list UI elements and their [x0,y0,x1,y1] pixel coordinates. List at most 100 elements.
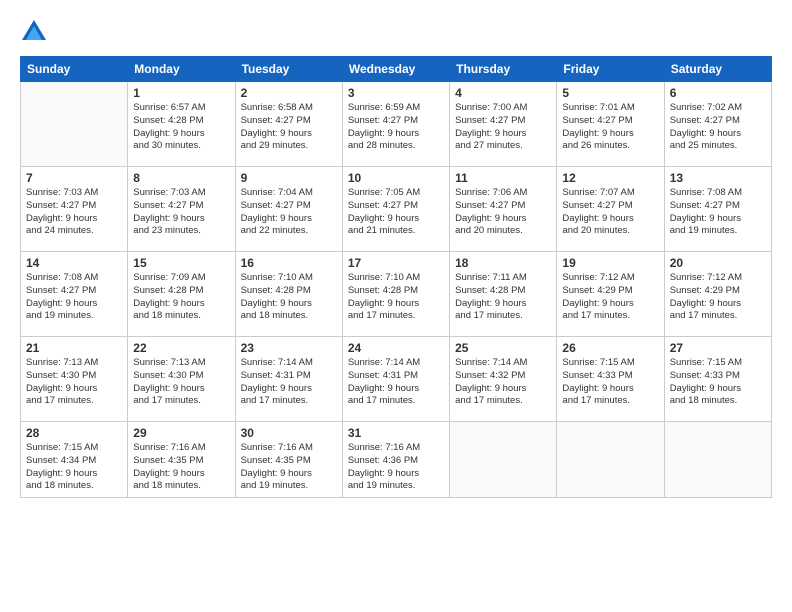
day-info: Sunrise: 7:12 AMSunset: 4:29 PMDaylight:… [670,272,766,323]
day-info: Sunrise: 7:09 AMSunset: 4:28 PMDaylight:… [133,272,229,323]
calendar-cell [664,422,771,498]
calendar-cell: 4 Sunrise: 7:00 AMSunset: 4:27 PMDaylight… [450,82,557,167]
calendar-cell: 10 Sunrise: 7:05 AMSunset: 4:27 PMDayligh… [342,167,449,252]
calendar-cell: 6 Sunrise: 7:02 AMSunset: 4:27 PMDaylight… [664,82,771,167]
day-info: Sunrise: 7:15 AMSunset: 4:34 PMDaylight:… [26,442,122,493]
day-number: 19 [562,256,658,270]
calendar-week-row: 14 Sunrise: 7:08 AMSunset: 4:27 PMDayligh… [21,252,772,337]
calendar-cell: 11 Sunrise: 7:06 AMSunset: 4:27 PMDayligh… [450,167,557,252]
day-number: 3 [348,86,444,100]
day-number: 17 [348,256,444,270]
calendar: SundayMondayTuesdayWednesdayThursdayFrid… [20,56,772,498]
day-info: Sunrise: 7:05 AMSunset: 4:27 PMDaylight:… [348,187,444,238]
day-number: 4 [455,86,551,100]
day-info: Sunrise: 7:01 AMSunset: 4:27 PMDaylight:… [562,102,658,153]
day-info: Sunrise: 7:02 AMSunset: 4:27 PMDaylight:… [670,102,766,153]
day-info: Sunrise: 7:15 AMSunset: 4:33 PMDaylight:… [670,357,766,408]
day-number: 7 [26,171,122,185]
weekday-header-tuesday: Tuesday [235,57,342,82]
day-number: 15 [133,256,229,270]
calendar-header-row: SundayMondayTuesdayWednesdayThursdayFrid… [21,57,772,82]
day-number: 20 [670,256,766,270]
day-info: Sunrise: 7:14 AMSunset: 4:32 PMDaylight:… [455,357,551,408]
day-number: 27 [670,341,766,355]
calendar-week-row: 7 Sunrise: 7:03 AMSunset: 4:27 PMDaylight… [21,167,772,252]
day-number: 25 [455,341,551,355]
calendar-cell: 7 Sunrise: 7:03 AMSunset: 4:27 PMDaylight… [21,167,128,252]
calendar-cell: 1 Sunrise: 6:57 AMSunset: 4:28 PMDaylight… [128,82,235,167]
day-info: Sunrise: 7:13 AMSunset: 4:30 PMDaylight:… [133,357,229,408]
day-info: Sunrise: 6:59 AMSunset: 4:27 PMDaylight:… [348,102,444,153]
day-info: Sunrise: 7:00 AMSunset: 4:27 PMDaylight:… [455,102,551,153]
day-number: 6 [670,86,766,100]
day-info: Sunrise: 7:04 AMSunset: 4:27 PMDaylight:… [241,187,337,238]
day-info: Sunrise: 7:16 AMSunset: 4:36 PMDaylight:… [348,442,444,493]
day-info: Sunrise: 7:14 AMSunset: 4:31 PMDaylight:… [348,357,444,408]
day-number: 5 [562,86,658,100]
day-number: 14 [26,256,122,270]
weekday-header-monday: Monday [128,57,235,82]
calendar-week-row: 1 Sunrise: 6:57 AMSunset: 4:28 PMDaylight… [21,82,772,167]
page: SundayMondayTuesdayWednesdayThursdayFrid… [0,0,792,612]
calendar-cell [21,82,128,167]
day-number: 24 [348,341,444,355]
calendar-cell: 24 Sunrise: 7:14 AMSunset: 4:31 PMDayligh… [342,337,449,422]
calendar-cell: 12 Sunrise: 7:07 AMSunset: 4:27 PMDayligh… [557,167,664,252]
calendar-cell: 15 Sunrise: 7:09 AMSunset: 4:28 PMDayligh… [128,252,235,337]
day-number: 13 [670,171,766,185]
day-info: Sunrise: 6:57 AMSunset: 4:28 PMDaylight:… [133,102,229,153]
day-info: Sunrise: 7:03 AMSunset: 4:27 PMDaylight:… [133,187,229,238]
calendar-cell: 16Sunrise: 7:10 AMSunset: 4:28 PMDayligh… [235,252,342,337]
day-number: 12 [562,171,658,185]
calendar-cell: 25 Sunrise: 7:14 AMSunset: 4:32 PMDayligh… [450,337,557,422]
calendar-cell: 14 Sunrise: 7:08 AMSunset: 4:27 PMDayligh… [21,252,128,337]
day-number: 18 [455,256,551,270]
weekday-header-friday: Friday [557,57,664,82]
day-number: 23 [241,341,337,355]
calendar-cell: 13Sunrise: 7:08 AMSunset: 4:27 PMDayligh… [664,167,771,252]
day-number: 22 [133,341,229,355]
day-info: Sunrise: 7:15 AMSunset: 4:33 PMDaylight:… [562,357,658,408]
calendar-cell: 31Sunrise: 7:16 AMSunset: 4:36 PMDayligh… [342,422,449,498]
day-info: Sunrise: 7:08 AMSunset: 4:27 PMDaylight:… [26,272,122,323]
day-info: Sunrise: 7:13 AMSunset: 4:30 PMDaylight:… [26,357,122,408]
logo [20,18,52,46]
calendar-cell: 29 Sunrise: 7:16 AMSunset: 4:35 PMDayligh… [128,422,235,498]
day-info: Sunrise: 7:06 AMSunset: 4:27 PMDaylight:… [455,187,551,238]
day-info: Sunrise: 7:07 AMSunset: 4:27 PMDaylight:… [562,187,658,238]
day-info: Sunrise: 7:11 AMSunset: 4:28 PMDaylight:… [455,272,551,323]
day-number: 30 [241,426,337,440]
day-number: 21 [26,341,122,355]
calendar-cell: 9Sunrise: 7:04 AMSunset: 4:27 PMDaylight… [235,167,342,252]
weekday-header-wednesday: Wednesday [342,57,449,82]
calendar-cell: 22 Sunrise: 7:13 AMSunset: 4:30 PMDayligh… [128,337,235,422]
day-number: 29 [133,426,229,440]
day-number: 26 [562,341,658,355]
day-number: 1 [133,86,229,100]
day-number: 2 [241,86,337,100]
day-info: Sunrise: 7:12 AMSunset: 4:29 PMDaylight:… [562,272,658,323]
calendar-cell [450,422,557,498]
day-info: Sunrise: 7:14 AMSunset: 4:31 PMDaylight:… [241,357,337,408]
calendar-cell: 21 Sunrise: 7:13 AMSunset: 4:30 PMDayligh… [21,337,128,422]
calendar-cell [557,422,664,498]
day-info: Sunrise: 7:16 AMSunset: 4:35 PMDaylight:… [241,442,337,493]
day-number: 28 [26,426,122,440]
calendar-cell: 23 Sunrise: 7:14 AMSunset: 4:31 PMDayligh… [235,337,342,422]
header [20,18,772,46]
weekday-header-sunday: Sunday [21,57,128,82]
logo-icon [20,18,48,46]
day-number: 11 [455,171,551,185]
day-info: Sunrise: 7:16 AMSunset: 4:35 PMDaylight:… [133,442,229,493]
calendar-cell: 28 Sunrise: 7:15 AMSunset: 4:34 PMDayligh… [21,422,128,498]
calendar-body: 1 Sunrise: 6:57 AMSunset: 4:28 PMDaylight… [21,82,772,498]
calendar-cell: 26 Sunrise: 7:15 AMSunset: 4:33 PMDayligh… [557,337,664,422]
calendar-week-row: 21 Sunrise: 7:13 AMSunset: 4:30 PMDayligh… [21,337,772,422]
calendar-cell: 8Sunrise: 7:03 AMSunset: 4:27 PMDaylight… [128,167,235,252]
calendar-cell: 5 Sunrise: 7:01 AMSunset: 4:27 PMDaylight… [557,82,664,167]
day-number: 10 [348,171,444,185]
calendar-cell: 20 Sunrise: 7:12 AMSunset: 4:29 PMDayligh… [664,252,771,337]
calendar-cell: 30 Sunrise: 7:16 AMSunset: 4:35 PMDayligh… [235,422,342,498]
calendar-cell: 19 Sunrise: 7:12 AMSunset: 4:29 PMDayligh… [557,252,664,337]
day-info: Sunrise: 7:03 AMSunset: 4:27 PMDaylight:… [26,187,122,238]
